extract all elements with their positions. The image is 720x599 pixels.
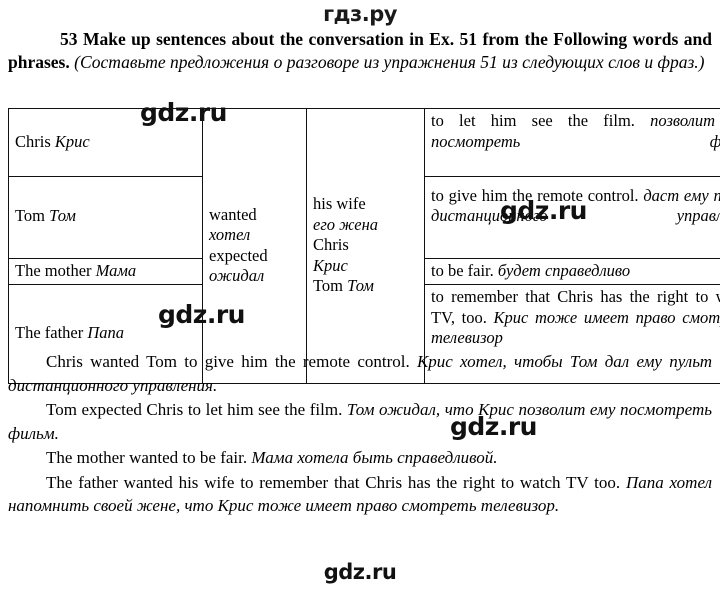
object-ru-3: Том xyxy=(347,276,374,296)
answer-en-2: Tom expected Chris to let him see the fi… xyxy=(46,400,343,419)
object-en-1: his wife xyxy=(313,194,366,214)
subject-en-3: The mother xyxy=(15,260,92,280)
table-cell-subject-1: Chris Крис xyxy=(8,108,203,177)
object-en-3: Tom xyxy=(313,276,344,296)
infinitive-en-3: to be fair. xyxy=(431,260,494,280)
table-cell-subject-3: The mother Мама xyxy=(8,257,203,285)
table-cell-verbs: wanted хотел expected ожидал xyxy=(202,108,307,384)
answer-ru-3: Мама хотела быть справедливой. xyxy=(251,448,498,467)
infinitive-ru-3: будет справедливо xyxy=(497,260,631,280)
site-logo-top: гдз.ру xyxy=(323,2,397,26)
infinitive-en-2: to give him the remote control. xyxy=(431,185,639,205)
infinitive-wrap-2: to give him the remote control. даст ему… xyxy=(431,186,720,248)
subject-ru-4: Папа xyxy=(87,323,125,343)
object-en-2: Chris xyxy=(313,235,349,255)
exercise-heading: 53 Make up sentences about the conversat… xyxy=(8,28,712,74)
verb-en-2: expected xyxy=(209,245,268,265)
answer-item-1: Chris wanted Tom to give him the remote … xyxy=(8,350,712,397)
site-logo-bottom: gdz.ru xyxy=(323,560,397,584)
answer-item-3: The mother wanted to be fair. Мама хотел… xyxy=(8,446,712,470)
object-ru-2: Крис xyxy=(313,255,348,275)
answer-item-2: Tom expected Chris to let him see the fi… xyxy=(8,398,712,445)
subject-en-1: Chris xyxy=(15,131,51,151)
verb-en-1: wanted xyxy=(209,204,257,224)
phrase-table: Chris Крис wanted хотел expected ожидал … xyxy=(8,108,720,384)
answer-en-1: Chris wanted Tom to give him the remote … xyxy=(46,352,410,371)
exercise-header: 53 Make up sentences about the conversat… xyxy=(8,28,712,80)
verb-ru-2: ожидал xyxy=(209,266,265,285)
infinitive-wrap-1: to let him see the film. позволит ему по… xyxy=(431,111,720,173)
table-cell-subject-2: Tom Том xyxy=(8,175,203,259)
object-ru-1: его жена xyxy=(313,214,379,234)
object-row-3: Tom Том xyxy=(313,276,419,297)
subject-ru-3: Мама xyxy=(95,260,137,280)
subject-ru-2: Том xyxy=(49,206,76,226)
subject-ru-1: Крис xyxy=(54,131,90,151)
table-cell-infinitive-2: to give him the remote control. даст ему… xyxy=(424,175,720,259)
answer-item-4: The father wanted his wife to remember t… xyxy=(8,471,712,518)
table-cell-infinitive-3: to be fair. будет справедливо xyxy=(424,257,720,285)
subject-en-2: Tom xyxy=(15,206,46,226)
answers-section: Chris wanted Tom to give him the remote … xyxy=(8,350,712,519)
table-cell-infinitive-1: to let him see the film. позволит ему по… xyxy=(424,108,720,177)
answer-en-3: The mother wanted to be fair. xyxy=(46,448,248,467)
table-cell-objects: his wife его жена Chris Крис Tom Том xyxy=(306,108,425,384)
subject-en-4: The father xyxy=(15,323,84,343)
answer-en-4: The father wanted his wife to remember t… xyxy=(46,472,621,492)
table-row: Chris Крис wanted хотел expected ожидал … xyxy=(8,108,720,384)
infinitive-en-1: to let him see the film. xyxy=(431,111,635,130)
exercise-title-ru: (Составьте предложения о разговоре из уп… xyxy=(74,52,705,72)
verb-ru-1: хотел xyxy=(209,225,251,244)
